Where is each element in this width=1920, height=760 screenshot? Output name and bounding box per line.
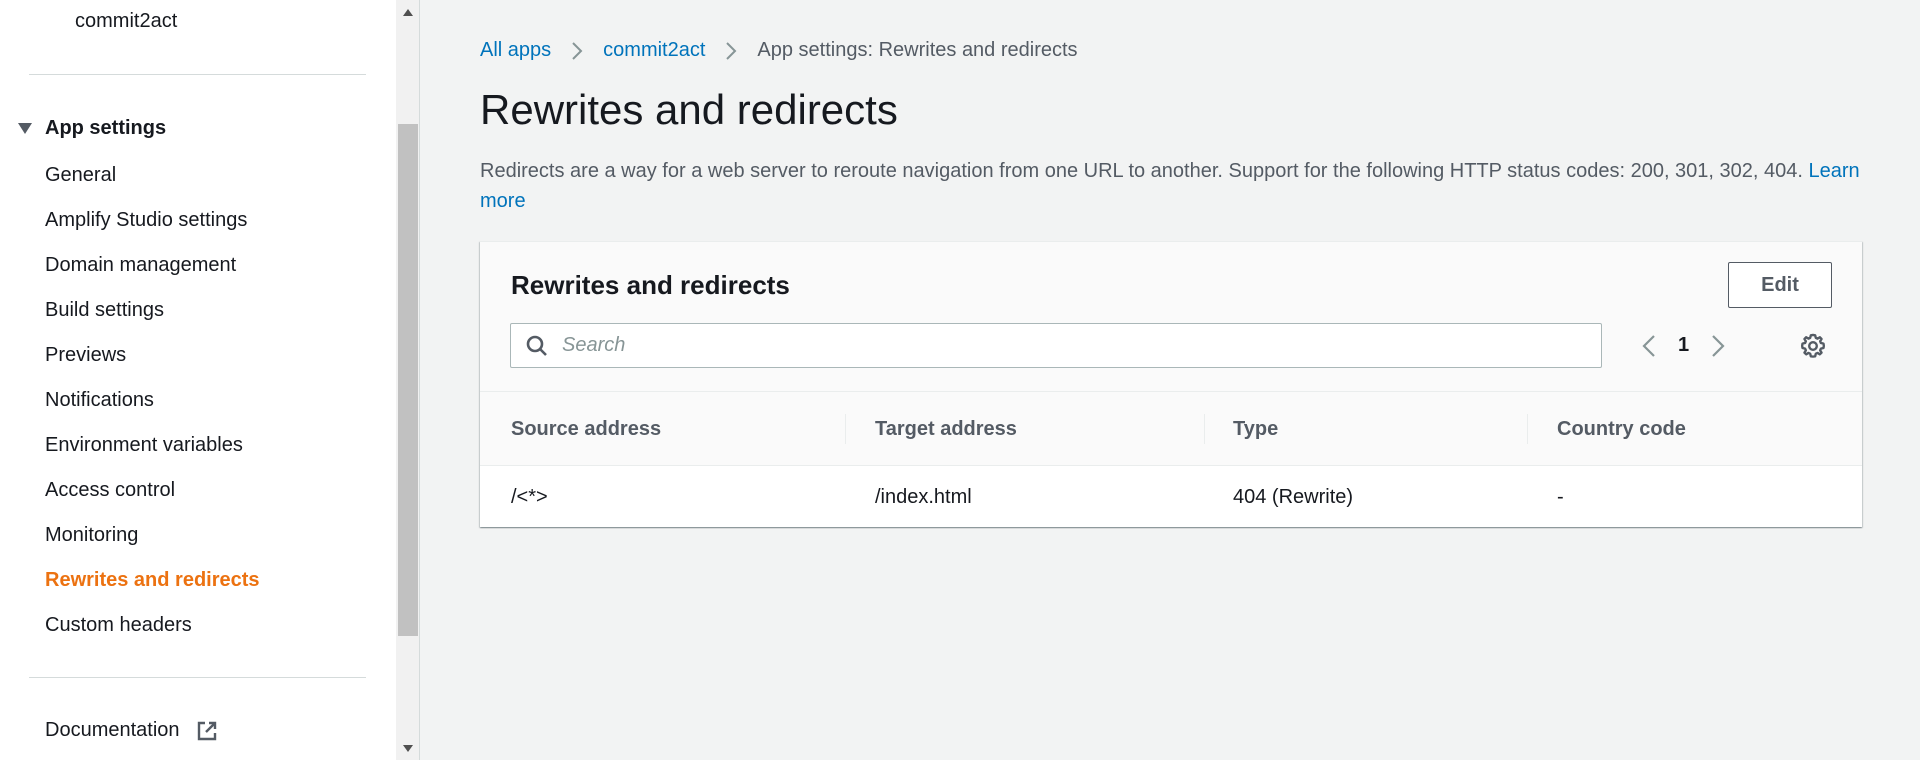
card-title: Rewrites and redirects — [511, 270, 790, 300]
sidebar-item-environment-variables[interactable]: Environment variables — [45, 434, 243, 457]
breadcrumb-app[interactable]: commit2act — [603, 39, 705, 62]
chevron-right-icon — [725, 41, 737, 61]
breadcrumb-current: App settings: Rewrites and redirects — [757, 39, 1078, 61]
cell-type: 404 (Rewrite) — [1233, 485, 1354, 508]
sidebar-item-rewrites-and-redirects[interactable]: Rewrites and redirects — [45, 569, 260, 592]
column-header-country-code[interactable]: Country code — [1557, 392, 1686, 466]
breadcrumb: All apps commit2act App settings: Rewrit… — [480, 39, 1078, 62]
scroll-up-arrow-icon[interactable] — [403, 9, 413, 16]
scroll-down-arrow-icon[interactable] — [403, 745, 413, 752]
cell-target-address: /index.html — [875, 485, 972, 508]
current-page-number[interactable]: 1 — [1678, 334, 1689, 357]
sidebar-section-app-settings[interactable]: App settings — [18, 117, 166, 140]
main-content: All apps commit2act App settings: Rewrit… — [421, 0, 1920, 760]
page-title: Rewrites and redirects — [480, 86, 898, 133]
sidebar-item-monitoring[interactable]: Monitoring — [45, 524, 138, 547]
sidebar-section-label: App settings — [45, 117, 167, 139]
sidebar-item-documentation[interactable]: Documentation — [45, 719, 218, 742]
sidebar-app-name[interactable]: commit2act — [75, 10, 177, 33]
pagination: 1 — [1642, 323, 1725, 368]
search-box[interactable] — [510, 323, 1602, 368]
table-row[interactable]: /<*> /index.html 404 (Rewrite) - — [480, 467, 1862, 527]
sidebar-divider — [29, 677, 366, 678]
documentation-label: Documentation — [45, 719, 180, 741]
chevron-right-icon — [571, 41, 583, 61]
breadcrumb-all-apps[interactable]: All apps — [480, 39, 551, 62]
next-page-button[interactable] — [1711, 334, 1725, 358]
search-input[interactable] — [562, 334, 1562, 357]
column-header-source-address[interactable]: Source address — [511, 392, 661, 466]
sidebar-item-amplify-studio-settings[interactable]: Amplify Studio settings — [45, 209, 247, 232]
table-header: Source address Target address Type Count… — [480, 392, 1862, 466]
sidebar-scrollbar[interactable] — [396, 0, 420, 760]
column-header-target-address[interactable]: Target address — [875, 392, 1017, 466]
sidebar-item-previews[interactable]: Previews — [45, 344, 126, 367]
scroll-thumb[interactable] — [398, 124, 418, 636]
sidebar-item-domain-management[interactable]: Domain management — [45, 254, 236, 277]
sidebar-item-build-settings[interactable]: Build settings — [45, 299, 164, 322]
rewrites-table-card: Rewrites and redirects Edit 1 — [480, 241, 1862, 527]
cell-country-code: - — [1557, 485, 1564, 508]
search-icon — [526, 335, 548, 357]
card-header: Rewrites and redirects Edit 1 — [480, 242, 1862, 392]
cell-source-address: /<*> — [511, 485, 548, 508]
page-description: Redirects are a way for a web server to … — [480, 156, 1910, 216]
column-divider[interactable] — [845, 414, 846, 444]
sidebar-item-notifications[interactable]: Notifications — [45, 389, 154, 412]
column-divider[interactable] — [1204, 414, 1205, 444]
sidebar-divider — [29, 74, 366, 75]
caret-down-icon — [18, 123, 32, 134]
previous-page-button[interactable] — [1642, 334, 1656, 358]
column-header-type[interactable]: Type — [1233, 392, 1278, 466]
sidebar-item-custom-headers[interactable]: Custom headers — [45, 614, 192, 637]
edit-button[interactable]: Edit — [1728, 262, 1832, 308]
sidebar-item-general[interactable]: General — [45, 164, 116, 187]
sidebar-item-access-control[interactable]: Access control — [45, 479, 175, 502]
description-text: Redirects are a way for a web server to … — [480, 160, 1803, 182]
external-link-icon — [196, 720, 218, 742]
sidebar: commit2act App settings General Amplify … — [0, 0, 396, 760]
column-divider[interactable] — [1527, 414, 1528, 444]
gear-icon[interactable] — [1800, 333, 1826, 359]
